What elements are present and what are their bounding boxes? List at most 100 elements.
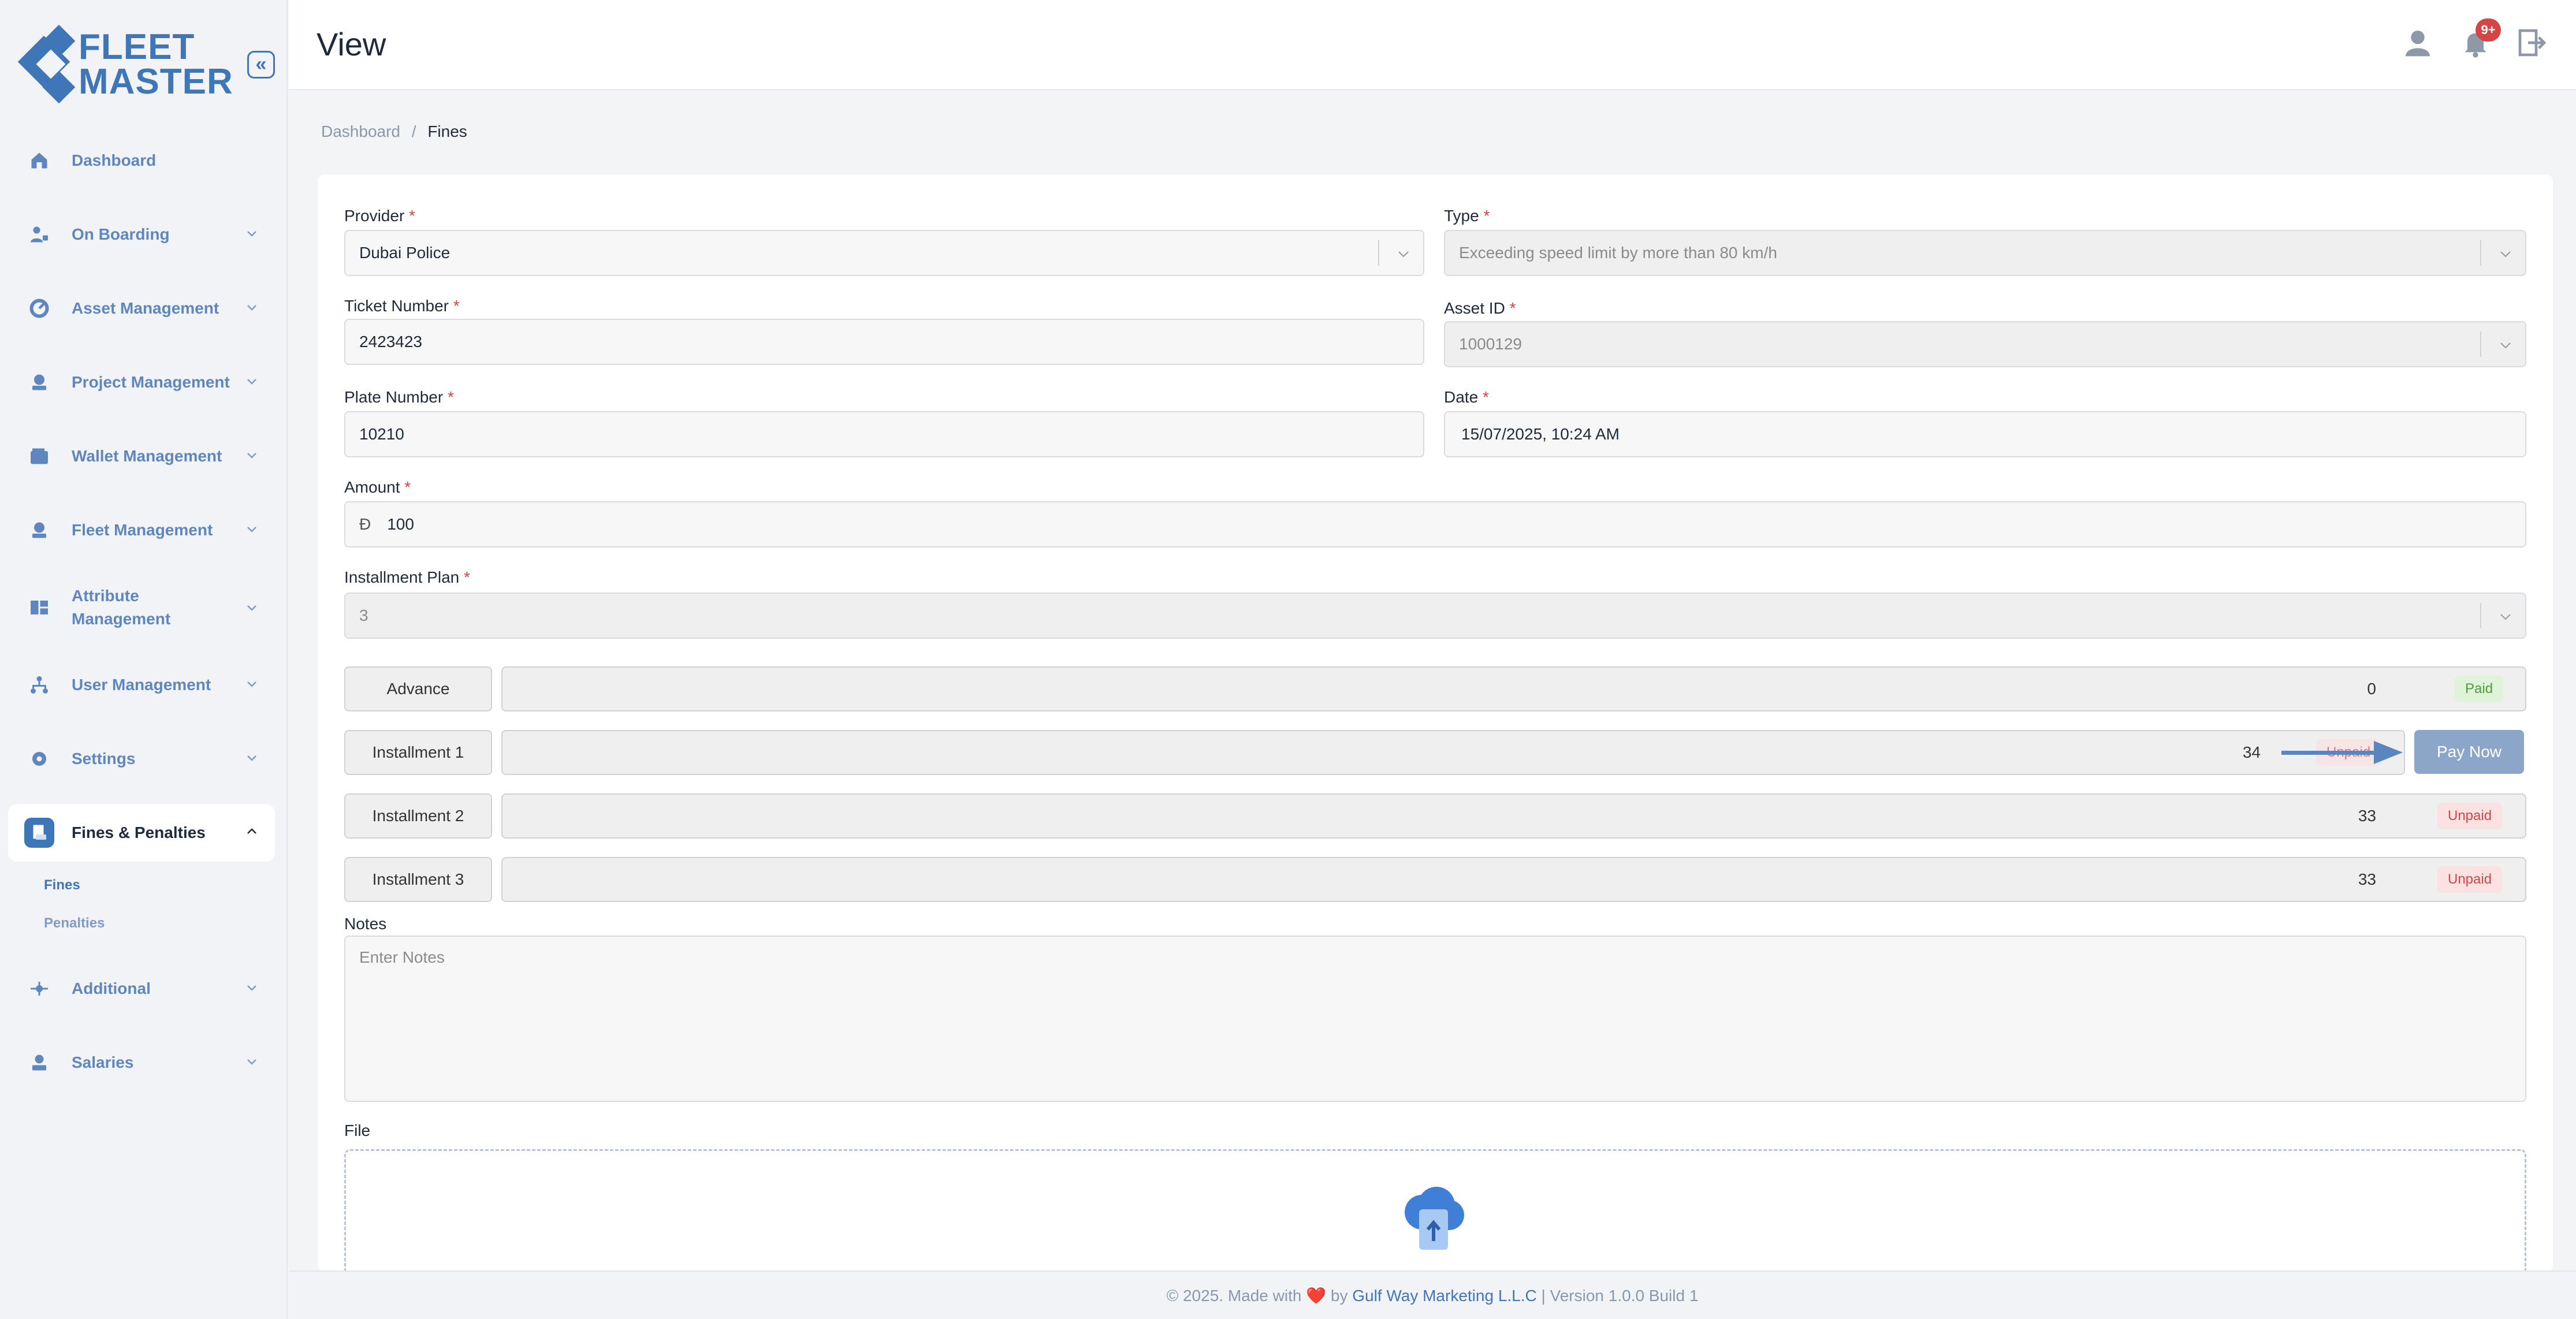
footer-by: by — [1330, 1287, 1348, 1305]
sidebar-item-label: Attribute Management — [72, 587, 171, 628]
installment-label-3: Installment 3 — [344, 857, 492, 902]
installment-plan-value: 3 — [359, 606, 368, 624]
plate-number-input[interactable]: 10210 — [344, 411, 1424, 457]
chevron-down-icon — [247, 1059, 256, 1065]
sidebar-item-label: Dashboard — [72, 151, 157, 169]
date-label-text: Date — [1444, 388, 1479, 406]
sidebar-item-attribute-management[interactable]: Attribute Management — [8, 575, 275, 640]
logout-icon[interactable] — [2516, 27, 2548, 59]
file-label: File — [344, 1121, 371, 1139]
collapse-sidebar-button[interactable]: « — [247, 51, 275, 79]
installment-label-2: Installment 2 — [344, 793, 492, 839]
sidebar-item-project-management[interactable]: Project Management — [8, 353, 275, 411]
wallet-icon — [24, 441, 54, 471]
chevron-down-icon — [2500, 342, 2511, 349]
amount-input[interactable]: Đ 100 — [344, 501, 2526, 547]
chevron-down-icon — [247, 379, 256, 385]
sidebar-submenu: Fines Penalties — [44, 870, 275, 946]
installment-plan-label-text: Installment Plan — [344, 568, 460, 586]
gear-icon — [24, 744, 54, 774]
org-chart-icon — [24, 670, 54, 700]
chevron-down-icon — [247, 453, 256, 459]
required-mark: * — [409, 207, 415, 225]
amount-value: 100 — [387, 515, 414, 533]
chevron-down-icon — [247, 681, 256, 687]
salaries-icon — [24, 1048, 54, 1078]
chevron-down-icon — [1398, 251, 1409, 258]
plate-number-label: Plate Number * — [344, 388, 454, 407]
installment-plan-select[interactable]: 3 — [344, 593, 2526, 639]
sidebar-item-label: Project Management — [72, 373, 230, 391]
currency-symbol: Đ — [359, 515, 371, 533]
sidebar-item-on-boarding[interactable]: On Boarding — [8, 206, 275, 263]
sidebar-item-settings[interactable]: Settings — [8, 730, 275, 788]
sidebar-item-label: Additional — [72, 979, 151, 997]
sidebar-item-salaries[interactable]: Salaries — [8, 1034, 275, 1091]
notes-textarea[interactable]: Enter Notes — [344, 936, 2526, 1102]
sidebar-item-additional[interactable]: Additional — [8, 960, 275, 1018]
installment-label-advance: Advance — [344, 666, 492, 711]
installment-bar-2 — [501, 793, 2526, 839]
sidebar-item-label: Asset Management — [72, 299, 219, 317]
asset-id-value: 1000129 — [1459, 335, 1522, 353]
sidebar-item-dashboard[interactable]: Dashboard — [8, 132, 275, 189]
plate-number-label-text: Plate Number — [344, 388, 444, 406]
asset-id-select[interactable]: 1000129 — [1444, 321, 2526, 367]
status-badge-paid: Paid — [2455, 676, 2504, 702]
sidebar-item-wallet-management[interactable]: Wallet Management — [8, 427, 275, 485]
user-onboarding-icon — [24, 219, 54, 249]
company-link[interactable]: Gulf Way Marketing L.L.C — [1352, 1287, 1537, 1305]
chevron-down-icon — [247, 527, 256, 532]
footer: © 2025. Made with ❤️ by Gulf Way Marketi… — [289, 1270, 2576, 1319]
sidebar-item-fleet-management[interactable]: Fleet Management — [8, 501, 275, 559]
sidebar-item-user-management[interactable]: User Management — [8, 656, 275, 714]
sidebar-subitem-fines[interactable]: Fines — [44, 870, 275, 908]
amount-label-text: Amount — [344, 478, 400, 496]
additional-icon — [24, 974, 54, 1004]
user-profile-icon[interactable] — [2402, 27, 2434, 59]
pay-now-button[interactable]: Pay Now — [2414, 730, 2524, 774]
installment-plan-label: Installment Plan * — [344, 568, 470, 587]
provider-select[interactable]: Dubai Police — [344, 230, 1424, 276]
sidebar: FLEET MASTER « Dashboard On Boarding Ass… — [0, 0, 288, 1319]
chevron-down-icon — [247, 605, 256, 611]
asset-id-label: Asset ID * — [1444, 299, 1516, 318]
asset-id-label-text: Asset ID — [1444, 299, 1505, 317]
breadcrumb-separator: / — [411, 122, 416, 140]
type-select[interactable]: Exceeding speed limit by more than 80 km… — [1444, 230, 2526, 276]
provider-value: Dubai Police — [359, 244, 451, 262]
breadcrumb-dashboard-link[interactable]: Dashboard — [321, 122, 400, 140]
chevron-up-icon — [247, 828, 256, 834]
sidebar-subitem-penalties[interactable]: Penalties — [44, 908, 275, 946]
sidebar-item-fines-penalties[interactable]: Fines & Penalties — [8, 804, 275, 862]
heart-icon: ❤️ — [1306, 1287, 1327, 1305]
installment-amount: 34 — [2242, 743, 2261, 761]
installment-bar-3 — [501, 857, 2526, 902]
installment-amount: 0 — [2367, 680, 2376, 698]
project-icon — [24, 367, 54, 397]
fines-icon — [24, 818, 54, 848]
installment-amount: 33 — [2358, 870, 2376, 888]
home-icon — [24, 146, 54, 176]
ticket-number-label-text: Ticket Number — [344, 297, 449, 315]
sidebar-item-label: Salaries — [72, 1053, 134, 1071]
installment-amount: 33 — [2358, 807, 2376, 825]
date-input[interactable]: 15/07/2025, 10:24 AM — [1444, 411, 2526, 457]
attribute-icon — [24, 593, 54, 623]
required-mark: * — [464, 568, 470, 586]
logo-line-1: FLEET — [79, 27, 195, 67]
notes-label: Notes — [344, 915, 387, 933]
sidebar-item-asset-management[interactable]: Asset Management — [8, 280, 275, 337]
sidebar-nav: Dashboard On Boarding Asset Management P… — [8, 132, 275, 1108]
ticket-number-input[interactable]: 2423423 — [344, 319, 1424, 365]
required-mark: * — [1509, 299, 1516, 317]
amount-label: Amount * — [344, 478, 411, 497]
file-dropzone[interactable] — [344, 1149, 2526, 1276]
required-mark: * — [1482, 388, 1489, 406]
breadcrumb: Dashboard / Fines — [321, 122, 467, 141]
type-label: Type * — [1444, 207, 1490, 225]
cloud-upload-icon — [1405, 1187, 1464, 1250]
header: View — [289, 0, 2576, 90]
chevron-down-icon — [247, 985, 256, 991]
notification-badge: 9+ — [2476, 18, 2501, 42]
